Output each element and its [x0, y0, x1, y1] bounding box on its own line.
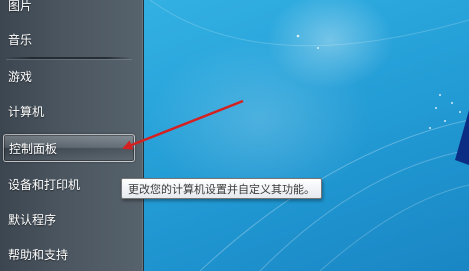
- red-arrow-annotation: [122, 99, 244, 150]
- tooltip-text: 更改您的计算机设置并自定义其功能。: [128, 182, 315, 196]
- control-panel-tooltip: 更改您的计算机设置并自定义其功能。: [121, 178, 322, 199]
